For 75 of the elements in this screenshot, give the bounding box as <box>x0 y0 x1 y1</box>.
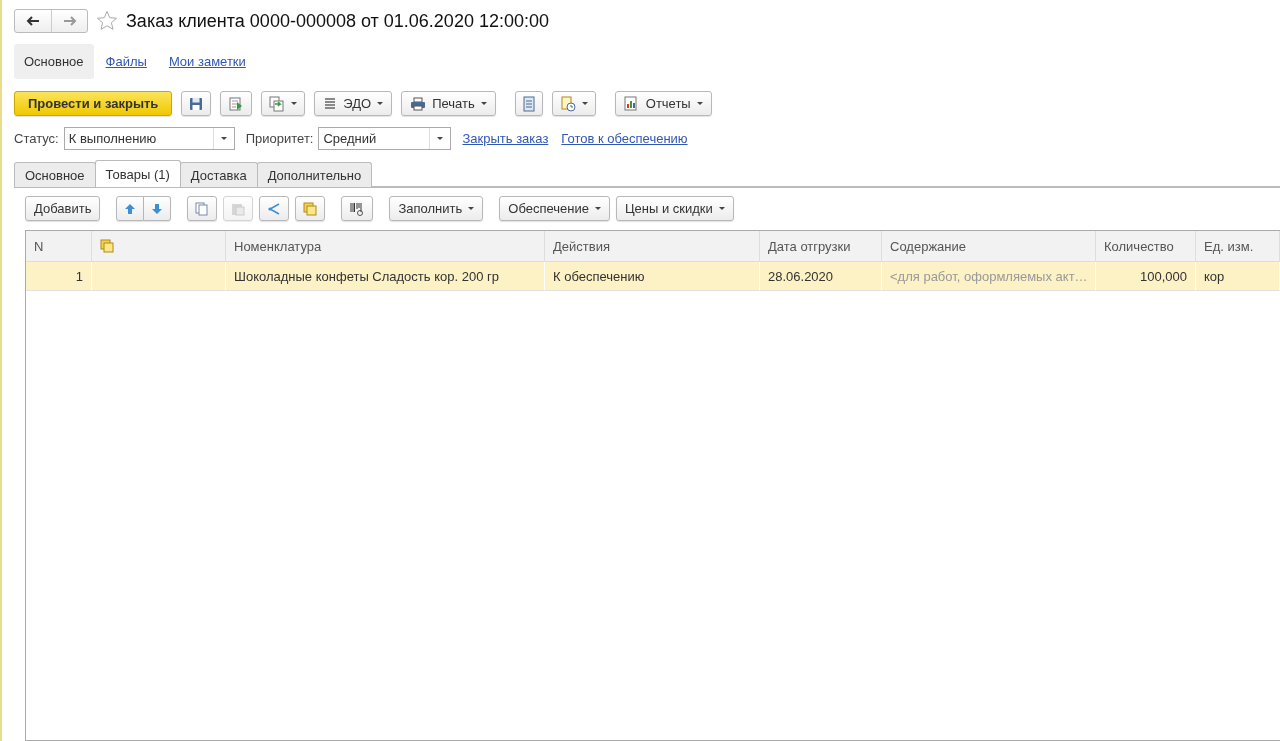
priority-label: Приоритет: <box>245 131 314 146</box>
down-arrow-icon <box>151 202 164 215</box>
create-based-on-button[interactable] <box>261 91 306 116</box>
supply-button[interactable]: Обеспечение <box>499 196 610 221</box>
post-button[interactable] <box>220 91 253 116</box>
structure-button[interactable] <box>514 91 543 116</box>
tab[interactable]: Доставка <box>179 162 258 187</box>
table-cell: Шоколадные конфеты Сладость кор. 200 гр <box>226 262 545 290</box>
tasks-button[interactable] <box>551 91 596 116</box>
copy-button[interactable] <box>187 196 218 221</box>
tab[interactable]: Основное <box>14 162 96 187</box>
section-tab[interactable]: Основное <box>14 44 94 79</box>
caret-icon <box>581 102 588 105</box>
column-header[interactable]: Количество <box>1096 231 1196 261</box>
post-and-close-button[interactable]: Провести и закрыть <box>14 91 173 116</box>
caret-icon <box>718 207 725 210</box>
up-arrow-icon <box>124 202 137 215</box>
barcode-magnifier-icon <box>349 200 366 217</box>
move-down-button[interactable] <box>144 196 172 221</box>
column-header[interactable]: Ед. изм. <box>1196 231 1280 261</box>
forward-arrow-icon <box>62 16 77 26</box>
favorite-star-icon[interactable] <box>96 10 118 32</box>
save-button[interactable] <box>181 91 212 116</box>
caret-icon <box>594 207 601 210</box>
clipboard-icon <box>231 201 246 216</box>
move-up-button[interactable] <box>116 196 145 221</box>
column-header[interactable]: Действия <box>545 231 760 261</box>
paste-button[interactable] <box>223 196 254 221</box>
table-cell: 1 <box>26 262 92 290</box>
document-clock-icon <box>559 95 576 112</box>
caret-icon <box>480 102 487 105</box>
documents-arrow-icon <box>269 95 286 112</box>
tab[interactable]: Дополнительно <box>256 162 373 187</box>
list-icon <box>522 95 535 112</box>
prices-discounts-button[interactable]: Цены и скидки <box>615 196 734 221</box>
stacked-pages-icon <box>303 201 318 216</box>
action-link[interactable]: Готов к обеспечению <box>561 131 688 146</box>
table-cell: 100,000 <box>1096 262 1196 290</box>
fill-button[interactable]: Заполнить <box>389 196 484 221</box>
copy-icon <box>195 201 210 216</box>
caret-icon <box>437 137 444 140</box>
add-button[interactable]: Добавить <box>25 196 101 221</box>
print-button[interactable]: Печать <box>401 91 496 116</box>
branch-arrows-icon <box>267 201 282 216</box>
status-field[interactable]: К выполнению <box>63 127 235 150</box>
table-cell: К обеспечению <box>545 262 760 290</box>
copy-documents-button[interactable] <box>295 196 326 221</box>
table-cell: 28.06.2020 <box>760 262 882 290</box>
printer-icon <box>410 96 427 111</box>
caret-icon <box>377 102 384 105</box>
caret-icon <box>696 102 703 105</box>
column-header[interactable]: N <box>26 231 92 261</box>
caret-icon <box>220 137 227 140</box>
table-row[interactable]: 1 Шоколадные конфеты Сладость кор. 200 гр К обеспечению 28.06.2020 <для работ, оформляемых акт… 100,000 кор <box>26 262 1280 291</box>
chart-document-icon <box>623 95 640 112</box>
share-button[interactable] <box>259 196 290 221</box>
priority-field[interactable]: Средний <box>318 127 452 150</box>
reports-button[interactable]: Отчеты <box>614 91 712 116</box>
back-arrow-icon <box>26 16 40 26</box>
caret-icon <box>291 102 298 105</box>
stacked-pages-icon <box>100 239 114 253</box>
section-tab[interactable]: Мои заметки <box>158 44 256 79</box>
status-label: Статус: <box>14 131 59 146</box>
action-link[interactable]: Закрыть заказ <box>462 131 549 146</box>
column-header[interactable]: Содержание <box>882 231 1096 261</box>
section-tab[interactable]: Файлы <box>95 44 157 79</box>
stack-lines-icon <box>323 96 338 111</box>
caret-icon <box>468 207 475 210</box>
window-title: Заказ клиента 0000-000008 от 01.06.2020 12:00:00 <box>126 10 549 32</box>
barcode-search-button[interactable] <box>341 196 374 221</box>
table-cell: кор <box>1196 262 1280 290</box>
column-header[interactable]: Номенклатура <box>226 231 545 261</box>
column-header[interactable]: Дата отгрузки <box>760 231 882 261</box>
table-cell: <для работ, оформляемых акт… <box>882 262 1096 290</box>
edo-button[interactable]: ЭДО <box>314 91 393 116</box>
